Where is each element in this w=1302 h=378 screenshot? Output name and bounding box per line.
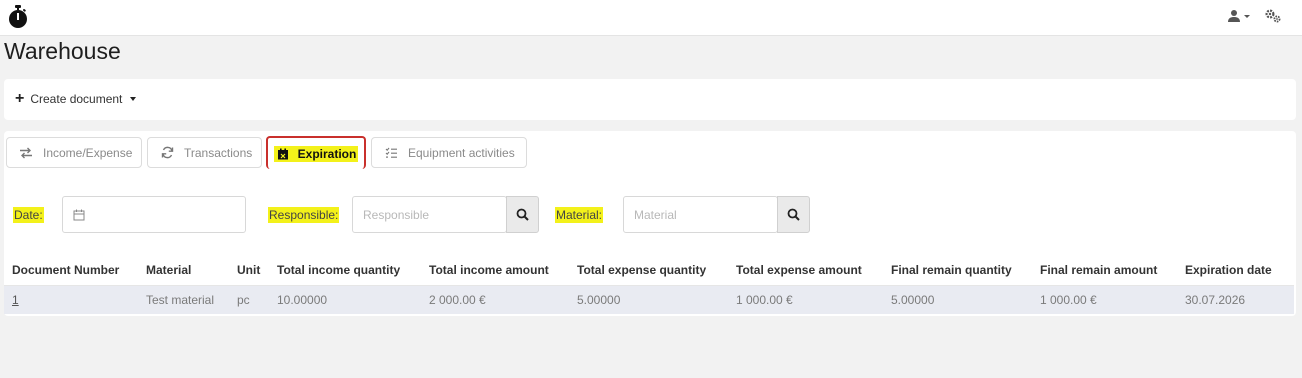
column-header[interactable]: Total income quantity xyxy=(269,255,421,286)
column-header[interactable]: Total income amount xyxy=(421,255,569,286)
date-input[interactable] xyxy=(63,197,243,232)
user-menu[interactable] xyxy=(1227,8,1250,24)
tab-label: Expiration xyxy=(297,146,357,161)
document-number-cell: 1 xyxy=(4,285,138,314)
plus-icon: + xyxy=(15,90,25,107)
total-expense-quantity-cell: 5.00000 xyxy=(569,285,728,314)
search-icon xyxy=(787,208,800,221)
material-field xyxy=(623,196,778,233)
checklist-icon xyxy=(384,146,398,160)
gears-icon[interactable] xyxy=(1264,7,1282,25)
tab-expiration[interactable]: Expiration xyxy=(266,136,366,169)
material-input[interactable] xyxy=(624,197,774,232)
responsible-field xyxy=(352,196,507,233)
tab-transactions[interactable]: Transactions xyxy=(147,137,262,168)
refresh-icon xyxy=(160,146,174,160)
toolbar-panel: + Create document xyxy=(4,79,1296,120)
chevron-down-icon xyxy=(130,97,137,101)
column-header[interactable]: Unit xyxy=(229,255,269,286)
column-header[interactable]: Total expense quantity xyxy=(569,255,728,286)
responsible-input[interactable] xyxy=(353,197,503,232)
column-header[interactable]: Total expense amount xyxy=(728,255,883,286)
final-remain-amount-cell: 1 000.00 € xyxy=(1032,285,1177,314)
total-expense-amount-cell: 1 000.00 € xyxy=(728,285,883,314)
document-link[interactable]: 1 xyxy=(12,293,19,307)
column-header[interactable]: Material xyxy=(138,255,229,286)
calendar-x-icon xyxy=(276,147,290,161)
responsible-filter-label: Responsible: xyxy=(268,207,340,223)
arrows-exchange-icon xyxy=(19,146,33,160)
chevron-down-icon xyxy=(1244,14,1250,18)
table-header-row: Document Number Material Unit Total inco… xyxy=(4,255,1294,286)
expiration-date-cell: 30.07.2026 xyxy=(1177,285,1294,314)
column-header[interactable]: Expiration date xyxy=(1177,255,1294,286)
column-header[interactable]: Final remain quantity xyxy=(883,255,1032,286)
tab-label: Income/Expense xyxy=(43,145,133,160)
total-income-amount-cell: 2 000.00 € xyxy=(421,285,569,314)
column-header[interactable]: Document Number xyxy=(4,255,138,286)
tab-income-expense[interactable]: Income/Expense xyxy=(6,137,142,168)
unit-cell: pc xyxy=(229,285,269,314)
table-row[interactable]: 1 Test material pc 10.00000 2 000.00 € 5… xyxy=(4,285,1294,314)
final-remain-quantity-cell: 5.00000 xyxy=(883,285,1032,314)
user-icon xyxy=(1228,10,1240,22)
create-document-button[interactable]: + Create document xyxy=(15,90,137,108)
create-document-label: Create document xyxy=(30,92,123,106)
column-header[interactable]: Final remain amount xyxy=(1032,255,1177,286)
tab-highlight: Expiration xyxy=(273,145,359,162)
date-field[interactable] xyxy=(62,196,246,233)
stopwatch-icon[interactable] xyxy=(7,4,29,30)
responsible-search-button[interactable] xyxy=(506,196,539,233)
total-income-quantity-cell: 10.00000 xyxy=(269,285,421,314)
top-navbar xyxy=(0,0,1302,36)
page-title: Warehouse xyxy=(4,38,121,64)
tab-equipment-activities[interactable]: Equipment activities xyxy=(371,137,527,168)
material-cell: Test material xyxy=(138,285,229,314)
search-icon xyxy=(516,208,529,221)
calendar-icon xyxy=(73,209,85,221)
expiration-table: Document Number Material Unit Total inco… xyxy=(4,255,1294,314)
date-filter-label: Date: xyxy=(13,207,44,223)
material-filter-label: Material: xyxy=(555,207,604,223)
tab-label: Equipment activities xyxy=(408,145,515,160)
material-search-button[interactable] xyxy=(777,196,810,233)
tab-label: Transactions xyxy=(184,145,253,160)
